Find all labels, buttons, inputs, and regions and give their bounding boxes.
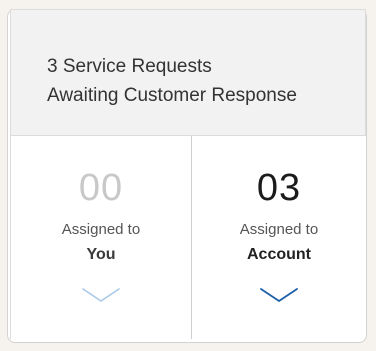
chevron-down-icon[interactable] <box>81 287 121 303</box>
assigned-to-you-panel[interactable]: 00 Assigned to You <box>10 136 191 339</box>
assignee-you-label: You <box>86 246 116 263</box>
header-title-line-2: Awaiting Customer Response <box>47 85 297 106</box>
header-title-line-1: 3 Service Requests <box>47 56 212 77</box>
assigned-to-label: Assigned to <box>239 221 319 238</box>
assigned-to-account-panel[interactable]: 03 Assigned to Account <box>191 136 366 339</box>
chevron-down-icon[interactable] <box>259 287 299 303</box>
assigned-to-label: Assigned to <box>61 221 141 238</box>
assignee-account-label: Account <box>247 246 311 263</box>
assignment-panels: 00 Assigned to You 03 Assigned to Accoun… <box>10 135 366 339</box>
card-header: 3 Service Requests Awaiting Customer Res… <box>10 9 366 135</box>
assigned-to-account-count: 03 <box>256 167 302 209</box>
assigned-to-you-count: 00 <box>78 167 124 209</box>
